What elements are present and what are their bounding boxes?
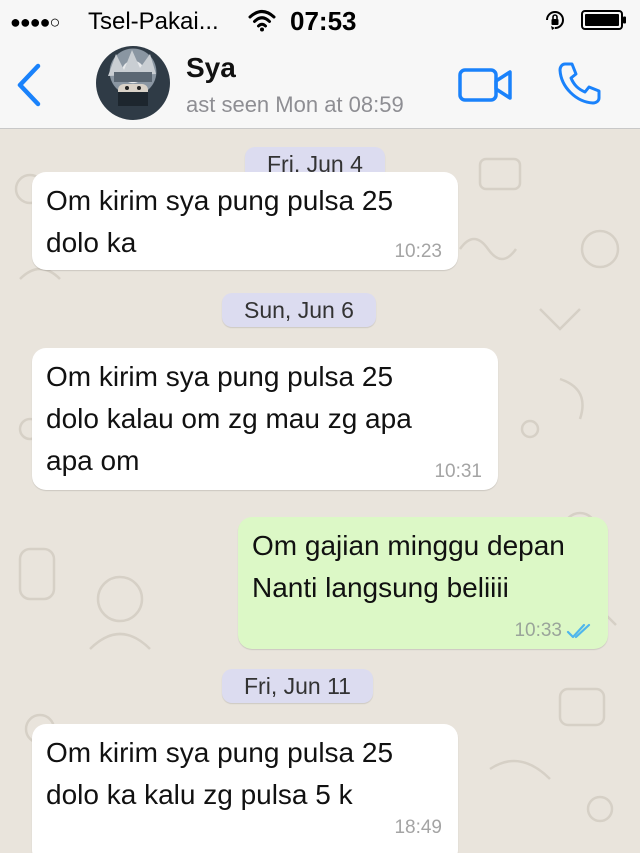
incoming-message[interactable]: Om kirim sya pung pulsa 25 dolo ka kalu … bbox=[32, 724, 458, 853]
outgoing-message[interactable]: Om gajian minggu depan Nanti langsung be… bbox=[238, 517, 608, 649]
orientation-lock-icon bbox=[546, 11, 564, 30]
incoming-message[interactable]: Om kirim sya pung pulsa 25 dolo ka 10:23 bbox=[32, 172, 458, 270]
message-text: Om gajian minggu depan Nanti langsung be… bbox=[252, 530, 565, 603]
incoming-message[interactable]: Om kirim sya pung pulsa 25 dolo kalau om… bbox=[32, 348, 498, 490]
message-time: 10:31 bbox=[434, 461, 482, 482]
signal-strength: ●●●●○ bbox=[10, 12, 60, 32]
contact-name[interactable]: Sya bbox=[186, 52, 236, 84]
message-text: Om kirim sya pung pulsa 25 dolo kalau om… bbox=[46, 361, 412, 476]
message-text: Om kirim sya pung pulsa 25 dolo ka kalu … bbox=[46, 737, 394, 810]
chevron-left-icon[interactable] bbox=[14, 62, 44, 108]
date-separator: Sun, Jun 6 bbox=[222, 293, 376, 327]
message-text: Om kirim sya pung pulsa 25 dolo ka bbox=[46, 185, 394, 258]
chat-header: Sya ast seen Mon at 08:59 bbox=[0, 40, 640, 129]
message-time: 18:49 bbox=[394, 817, 442, 838]
date-separator: Fri, Jun 11 bbox=[222, 669, 373, 703]
battery-icon bbox=[581, 10, 626, 30]
video-camera-icon[interactable] bbox=[458, 66, 512, 104]
last-seen-status: ast seen Mon at 08:59 bbox=[186, 92, 404, 117]
avatar[interactable] bbox=[96, 46, 170, 120]
conversation[interactable]: Fri, Jun 4 Om kirim sya pung pulsa 25 do… bbox=[0, 129, 640, 853]
status-bar: ●●●●○ Tsel-Pakai... 07:53 bbox=[0, 0, 640, 40]
phone-icon[interactable] bbox=[556, 60, 602, 106]
double-check-icon bbox=[566, 623, 591, 639]
wifi-icon bbox=[248, 10, 276, 32]
message-time: 10:23 bbox=[394, 241, 442, 262]
clock: 07:53 bbox=[290, 6, 357, 36]
message-time: 10:33 bbox=[514, 620, 562, 641]
carrier-name: Tsel-Pakai... bbox=[88, 8, 219, 35]
